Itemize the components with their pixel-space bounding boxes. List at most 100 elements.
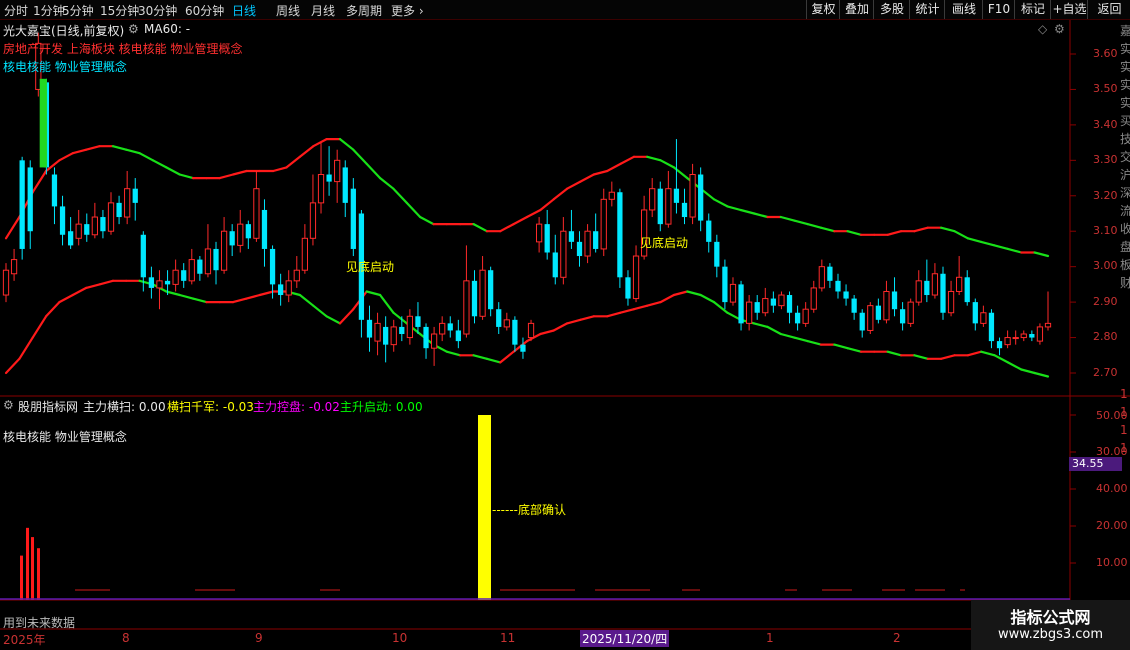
candle-body [237, 223, 244, 246]
candle-body [706, 220, 712, 242]
kline-chart[interactable] [0, 20, 1130, 650]
watermark-title: 指标公式网 [1010, 608, 1091, 627]
candle-body [59, 206, 66, 235]
upper-band-segment [953, 230, 969, 240]
lower-band-segment [565, 318, 582, 325]
period-1[interactable]: 1分钟 [33, 2, 65, 19]
price-tick: 2.80 [1093, 330, 1118, 343]
candle-body [899, 309, 906, 324]
lower-band-segment [539, 329, 555, 336]
upper-band-segment [606, 162, 622, 173]
period-5[interactable]: 60分钟 [185, 2, 224, 19]
candle-body [649, 188, 656, 211]
lower-band-segment [793, 336, 809, 343]
upper-band-segment [312, 137, 328, 148]
price-tick: 3.40 [1093, 118, 1118, 131]
price-tick: 3.30 [1093, 153, 1118, 166]
ma-settings-icon[interactable]: ⚙ [128, 22, 139, 36]
period-0[interactable]: 分时 [4, 2, 28, 19]
date-label: 1 [766, 631, 774, 645]
price-tick: 3.50 [1093, 82, 1118, 95]
toolbar-button-6[interactable]: 标记 [1014, 0, 1051, 19]
toolbar-button-7[interactable]: +自选 [1050, 0, 1088, 19]
upper-band-segment [499, 223, 515, 233]
upper-band-segment [846, 230, 863, 236]
period-2[interactable]: 5分钟 [62, 2, 94, 19]
candle-body [188, 259, 195, 282]
lower-band-segment [298, 293, 315, 307]
candle-body [269, 248, 276, 285]
upper-band-segment [739, 208, 756, 215]
toolbar-button-3[interactable]: 统计 [909, 0, 945, 19]
period-10[interactable]: 更多 › [391, 2, 424, 19]
candle-body [786, 295, 793, 313]
candle-body [512, 319, 518, 345]
bottom-start-annotation-1: 见底启动 [346, 260, 395, 274]
period-8[interactable]: 月线 [311, 2, 335, 19]
indicator-concept: 核电核能 物业管理概念 [3, 430, 127, 444]
candle-body [544, 224, 550, 253]
candle-body [67, 231, 74, 246]
lower-band-segment [31, 315, 48, 339]
period-4[interactable]: 30分钟 [138, 2, 177, 19]
candle-body [317, 174, 325, 204]
side-fragment: 1 [1120, 423, 1128, 437]
period-6[interactable]: 日线 [232, 2, 256, 19]
date-label: 2 [893, 631, 901, 645]
toolbar-button-0[interactable]: 复权 [806, 0, 840, 19]
lower-band-segment [472, 354, 488, 360]
toolbar-button-4[interactable]: 画线 [944, 0, 983, 19]
channel-bands [4, 137, 1050, 378]
bottom-confirm-bar [478, 415, 491, 600]
current-value-badge: 34.55 [1069, 457, 1122, 471]
lower-band-segment [71, 286, 88, 297]
upper-band-segment [913, 226, 929, 233]
upper-band-segment [272, 166, 288, 173]
side-fragment: 交 [1120, 150, 1130, 164]
candle-body [19, 160, 25, 249]
candle-body [746, 301, 753, 324]
upper-band-segment [85, 145, 101, 151]
upper-band-segment [4, 215, 21, 240]
indicator-settings-icon[interactable]: ⚙ [3, 398, 14, 412]
lower-band-segment [806, 340, 823, 346]
upper-band-segment [512, 215, 529, 226]
lower-band-segment [833, 343, 849, 350]
period-3[interactable]: 15分钟 [100, 2, 139, 19]
period-9[interactable]: 多周期 [346, 2, 382, 19]
price-tick: 2.70 [1093, 366, 1118, 379]
indicator-name: 股朋指标网 [18, 400, 79, 414]
lower-band-segment [232, 297, 248, 304]
highlight-candle [39, 78, 47, 168]
side-fragment: 盘 [1120, 240, 1130, 254]
toolbar-button-1[interactable]: 叠加 [839, 0, 874, 19]
candle-body [698, 174, 704, 221]
upper-band-segment [579, 173, 595, 183]
lower-band-segment [1020, 368, 1036, 375]
lower-band-segment [499, 350, 515, 364]
candle-body [851, 298, 857, 313]
toolbar-button-2[interactable]: 多股 [873, 0, 910, 19]
lower-band-segment [632, 304, 649, 311]
toolbar-button-8[interactable]: 返回 [1087, 0, 1130, 19]
price-tick: 3.10 [1093, 224, 1118, 237]
toolbar-button-5[interactable]: F10 [982, 0, 1015, 19]
upper-band-segment [71, 148, 88, 155]
candle-body [390, 326, 397, 346]
candle-body [535, 223, 543, 243]
candle-body [1029, 334, 1035, 338]
candle-body [229, 231, 235, 246]
lower-band-segment [325, 315, 342, 325]
watermark-box: 指标公式网 www.zbgs3.com [971, 600, 1130, 650]
upper-band-segment [419, 215, 435, 226]
lower-band-segment [606, 311, 622, 318]
period-7[interactable]: 周线 [276, 2, 300, 19]
lower-band-segment [672, 290, 689, 297]
candle-body [156, 280, 163, 289]
candle-body [140, 234, 146, 278]
cursor-date-badge: 2025/11/20/四 [580, 630, 670, 647]
candle-body [399, 326, 405, 335]
diamond-icon[interactable]: ◇ [1038, 22, 1047, 36]
candle-body [51, 174, 58, 207]
gear-icon[interactable]: ⚙ [1054, 22, 1065, 36]
